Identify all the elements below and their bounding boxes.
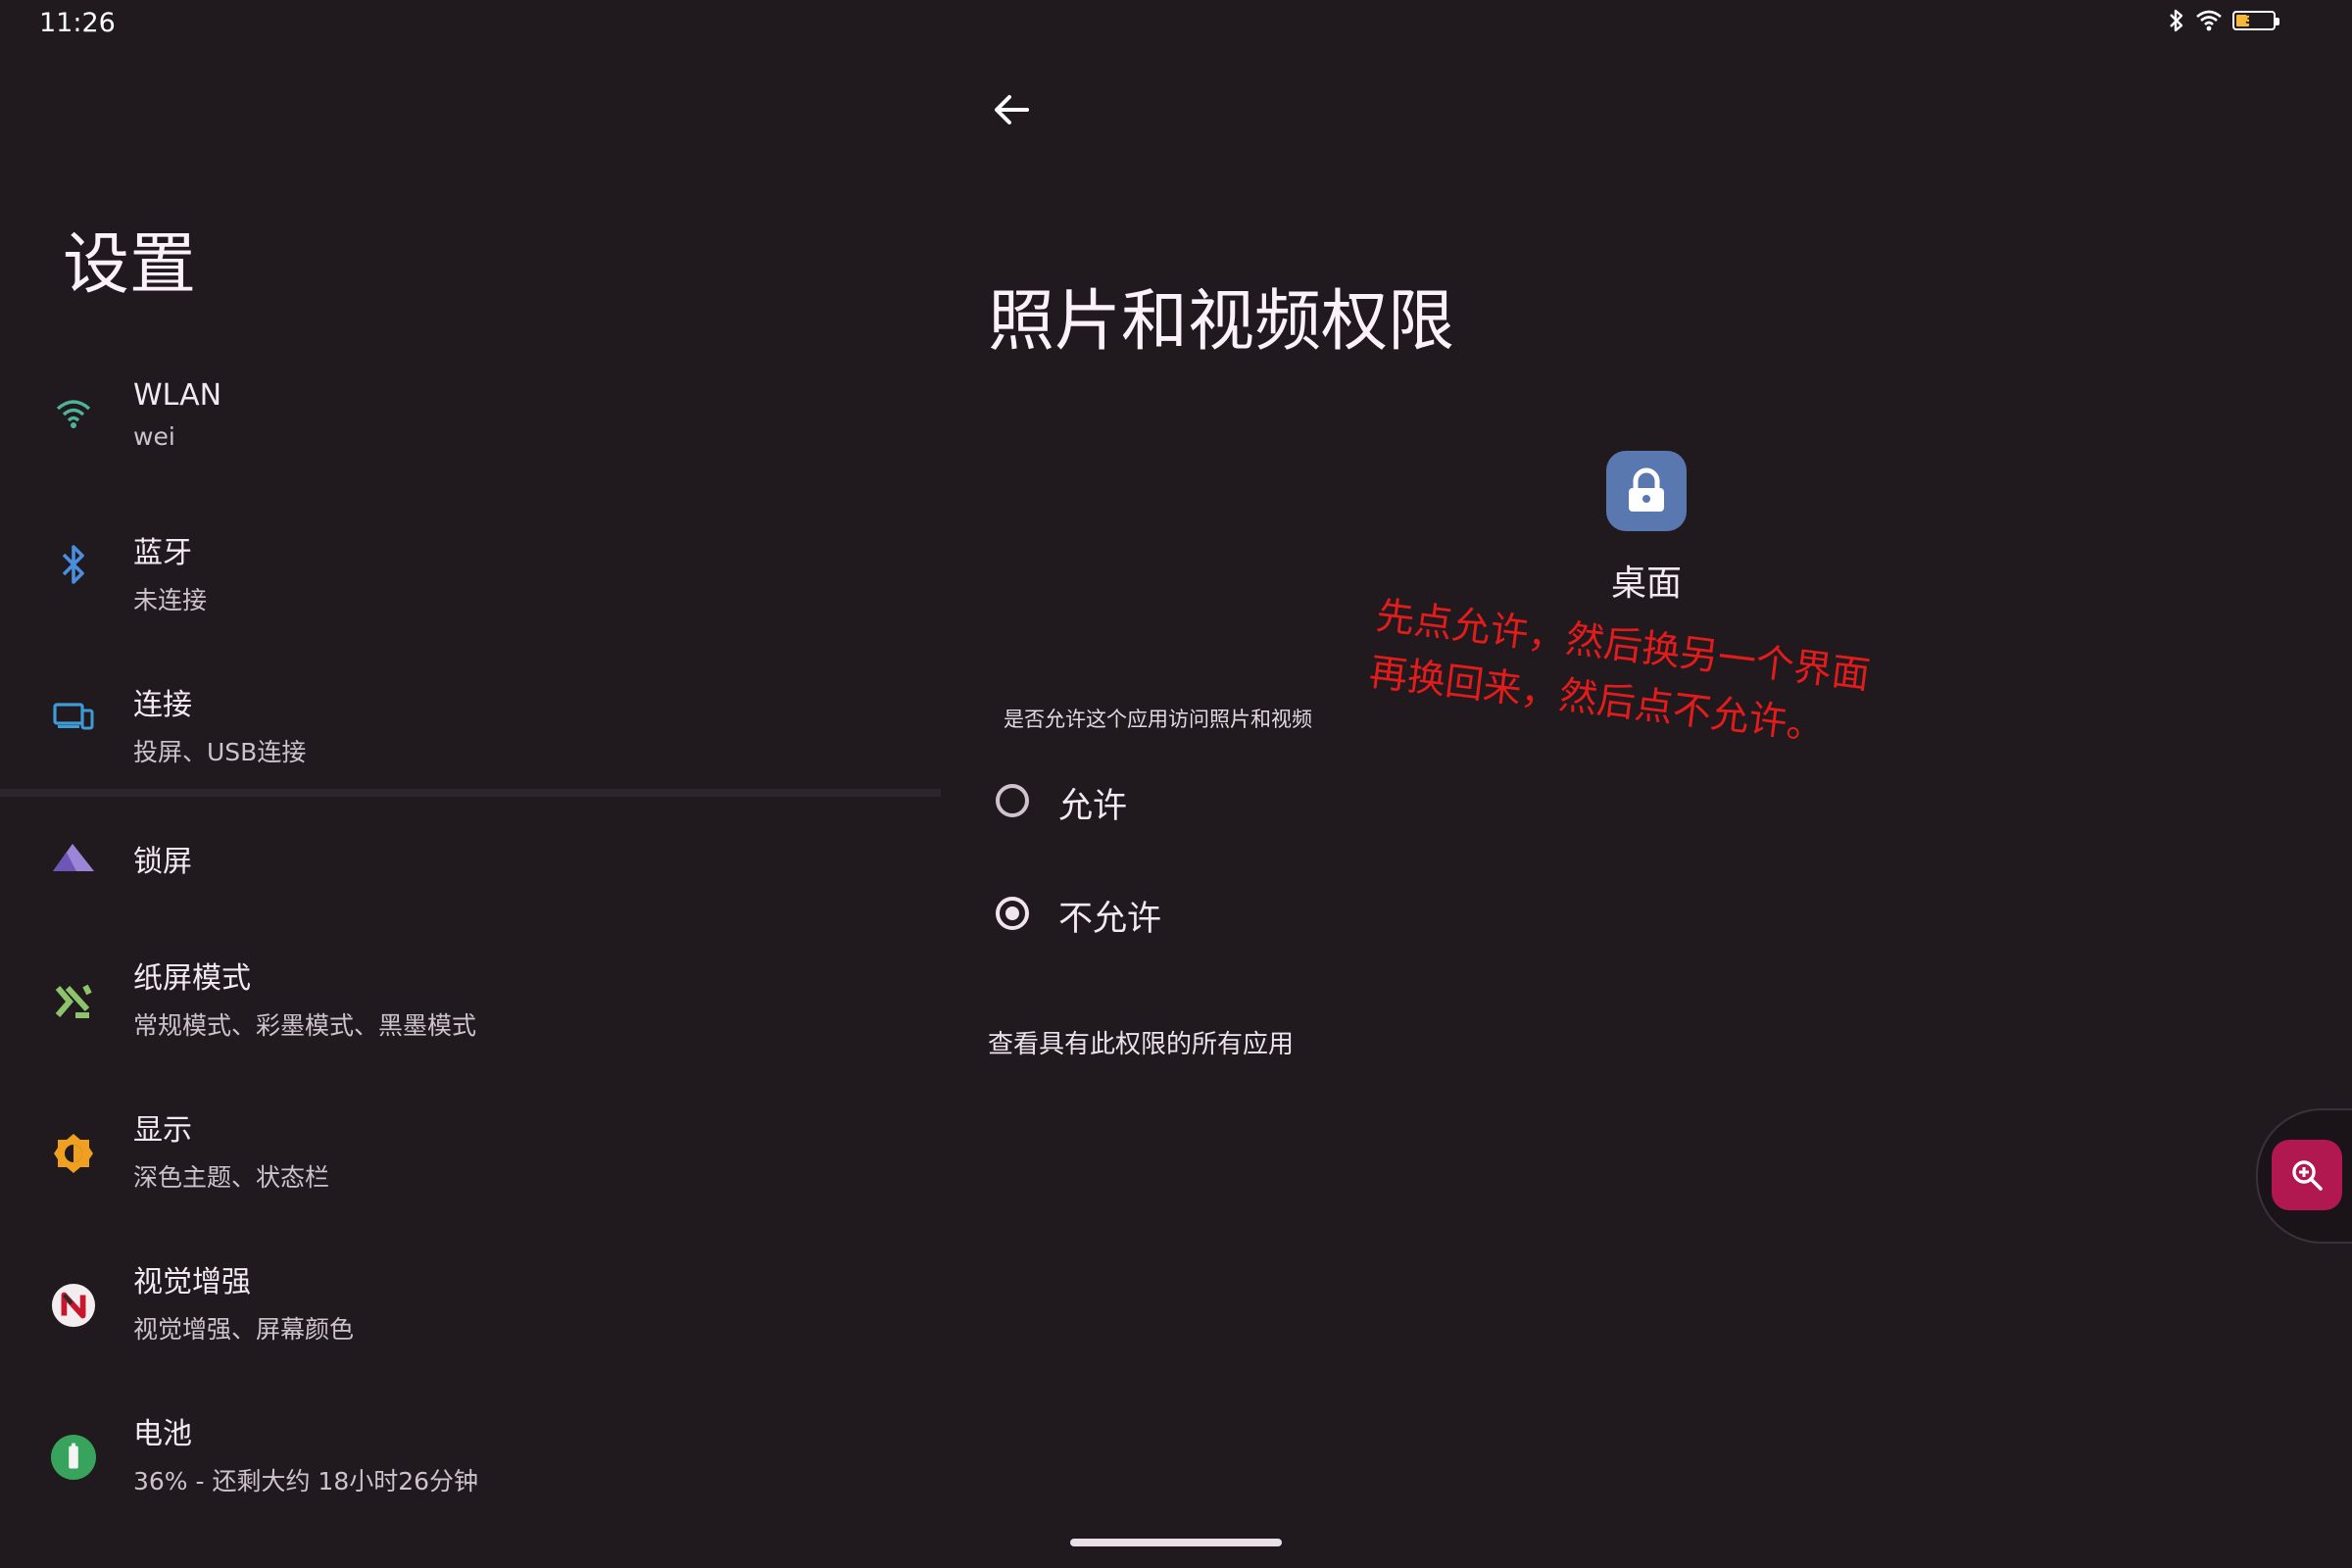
app-name: 桌面 [1610,564,1682,604]
mountain-icon [51,834,96,879]
setting-sub: 36% - 还剩大约 18小时26分钟 [133,1467,479,1495]
setting-item-lockscreen[interactable]: 锁屏 [0,798,941,915]
devices-icon [51,694,96,739]
visual-enhance-icon [51,1283,96,1328]
battery-icon [51,1435,96,1480]
setting-sub: wei [133,422,175,451]
lock-icon [1629,467,1664,512]
radio-checked-icon[interactable] [996,897,1029,930]
setting-item-connection[interactable]: 连接 投屏、USB连接 [0,659,941,776]
handwritten-annotation: 先点允许，然后换另一个界面再换回来，然后点不允许。 [1366,593,1873,751]
option-label: 允许 [1058,787,1128,826]
setting-label: 电池 [133,1417,192,1451]
zoom-in-icon [2292,1160,2323,1191]
setting-sub: 投屏、USB连接 [133,738,307,766]
bluetooth-icon [51,542,96,587]
setting-item-wlan[interactable]: WLAN wei [0,357,941,474]
home-gesture-bar[interactable] [1070,1539,1282,1546]
setting-sub: 常规模式、彩墨模式、黑墨模式 [133,1011,477,1040]
page-title: 照片和视频权限 [988,283,1455,361]
settings-title: 设置 [63,226,197,304]
radio-unchecked-icon[interactable] [996,784,1029,817]
permission-pane: 照片和视频权限 桌面 是否允许这个应用访问照片和视频 允许 不允许 查看具有此权… [941,0,2352,1568]
setting-label: 视觉增强 [133,1265,251,1299]
section-divider [0,789,941,797]
settings-pane: 设置 WLAN wei 蓝牙 未连接 连接 投屏、USB连接 锁屏 纸屏模式 常… [0,0,941,1568]
arrow-left-icon [995,95,1029,124]
option-label: 不允许 [1058,900,1162,939]
setting-item-paper-mode[interactable]: 纸屏模式 常规模式、彩墨模式、黑墨模式 [0,944,941,1061]
setting-label: 纸屏模式 [133,961,251,996]
setting-label: 连接 [133,688,192,722]
back-button[interactable] [988,86,1035,133]
option-allow[interactable]: 允许 [996,766,1682,845]
brightness-icon [51,1131,96,1176]
setting-sub: 视觉增强、屏幕颜色 [133,1315,355,1344]
setting-item-display[interactable]: 显示 深色主题、状态栏 [0,1096,941,1213]
zoom-in-button[interactable] [2272,1140,2342,1210]
setting-item-bluetooth[interactable]: 蓝牙 未连接 [0,507,941,624]
setting-sub: 未连接 [133,586,208,614]
view-all-apps-link[interactable]: 查看具有此权限的所有应用 [988,1024,1294,1060]
wifi-icon [51,392,96,437]
paper-mode-icon [51,979,96,1024]
setting-label: 锁屏 [133,845,192,879]
setting-label: 显示 [133,1113,192,1148]
setting-label: 蓝牙 [133,536,192,570]
permission-question: 是否允许这个应用访问照片和视频 [1004,708,1312,731]
setting-item-battery[interactable]: 电池 36% - 还剩大约 18小时26分钟 [0,1399,941,1517]
app-icon [1606,451,1687,531]
option-deny[interactable]: 不允许 [996,879,1682,957]
setting-sub: 深色主题、状态栏 [133,1163,330,1192]
setting-item-visual-enhance[interactable]: 视觉增强 视觉增强、屏幕颜色 [0,1248,941,1365]
setting-label: WLAN [133,378,222,413]
